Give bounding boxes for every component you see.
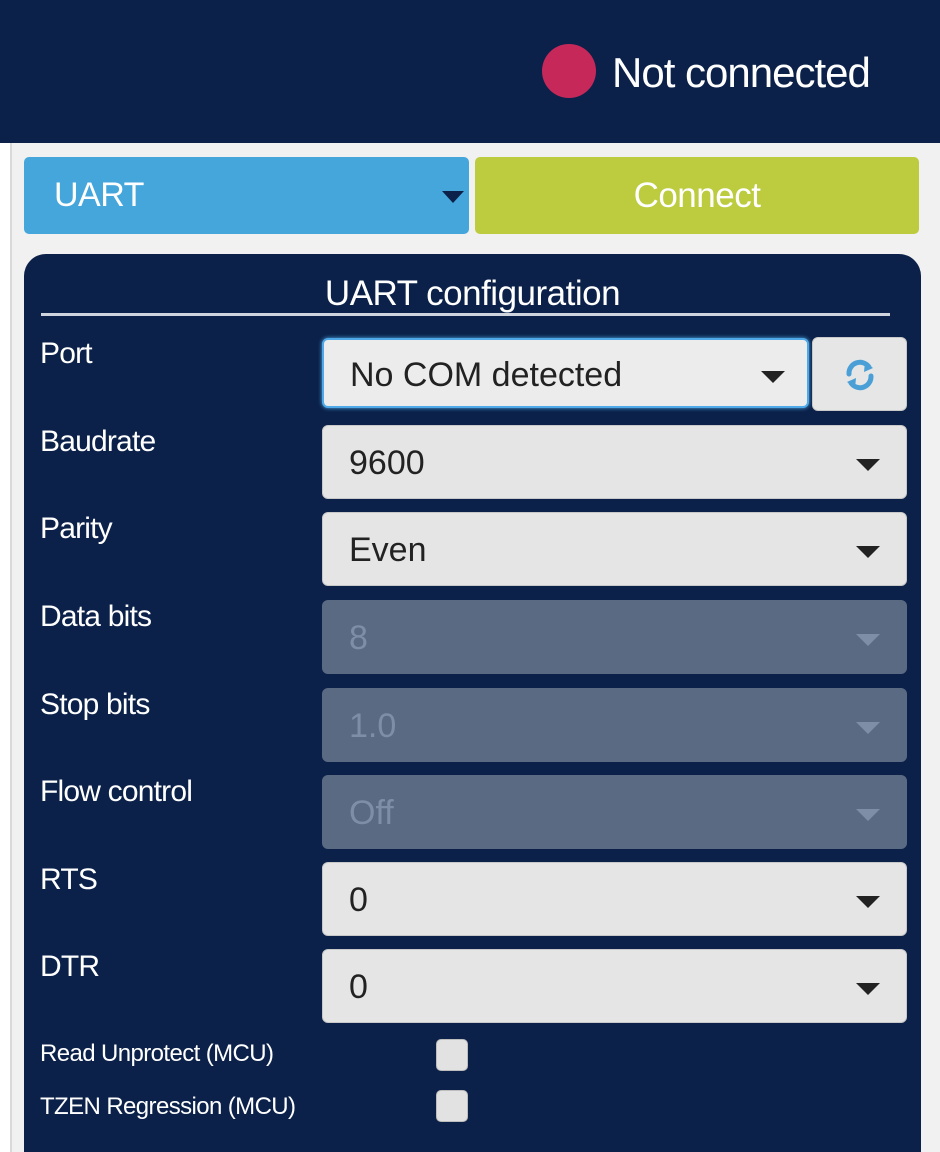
data-bits-select-value: 8	[349, 619, 368, 657]
panel-title: UART configuration	[324, 274, 621, 313]
chevron-down-icon	[856, 634, 880, 646]
baudrate-select[interactable]: 9600	[322, 425, 907, 499]
data-bits-label: Data bits	[40, 600, 152, 633]
rts-select[interactable]: 0	[322, 862, 907, 936]
tzen-regression-checkbox[interactable]	[436, 1090, 468, 1122]
read-unprotect-checkbox[interactable]	[436, 1039, 468, 1071]
chevron-down-icon	[761, 371, 785, 383]
connect-button[interactable]: Connect	[475, 157, 919, 234]
port-select[interactable]: No COM detected	[322, 338, 809, 408]
interface-select-value: UART	[54, 176, 144, 214]
dtr-select[interactable]: 0	[322, 949, 907, 1023]
flow-control-select-value: Off	[349, 794, 394, 832]
stop-bits-select: 1.0	[322, 688, 907, 762]
read-unprotect-label: Read Unprotect (MCU)	[40, 1040, 274, 1067]
interface-select[interactable]: UART	[24, 157, 469, 234]
chevron-down-icon	[856, 546, 880, 558]
chevron-down-icon	[856, 896, 880, 908]
chevron-down-icon	[442, 191, 464, 203]
port-label: Port	[40, 337, 93, 370]
rts-select-value: 0	[349, 881, 368, 919]
chevron-down-icon	[856, 809, 880, 821]
port-select-value: No COM detected	[350, 356, 623, 394]
stop-bits-label: Stop bits	[40, 688, 150, 721]
refresh-ports-button[interactable]	[812, 337, 907, 411]
stop-bits-select-value: 1.0	[349, 707, 397, 745]
parity-select[interactable]: Even	[322, 512, 907, 586]
rts-label: RTS	[40, 863, 98, 896]
connection-status-text: Not connected	[612, 49, 871, 96]
flow-control-label: Flow control	[40, 775, 193, 808]
tzen-regression-label: TZEN Regression (MCU)	[40, 1093, 296, 1120]
dtr-select-value: 0	[349, 968, 368, 1006]
connection-status-indicator	[542, 44, 596, 98]
title-divider	[41, 313, 890, 316]
chevron-down-icon	[856, 722, 880, 734]
refresh-icon	[846, 359, 874, 391]
parity-select-value: Even	[349, 531, 427, 569]
baudrate-label: Baudrate	[40, 425, 156, 458]
chevron-down-icon	[856, 459, 880, 471]
data-bits-select: 8	[322, 600, 907, 674]
dtr-label: DTR	[40, 950, 100, 983]
chevron-down-icon	[856, 983, 880, 995]
flow-control-select: Off	[322, 775, 907, 849]
baudrate-select-value: 9600	[349, 444, 425, 482]
parity-label: Parity	[40, 512, 113, 545]
